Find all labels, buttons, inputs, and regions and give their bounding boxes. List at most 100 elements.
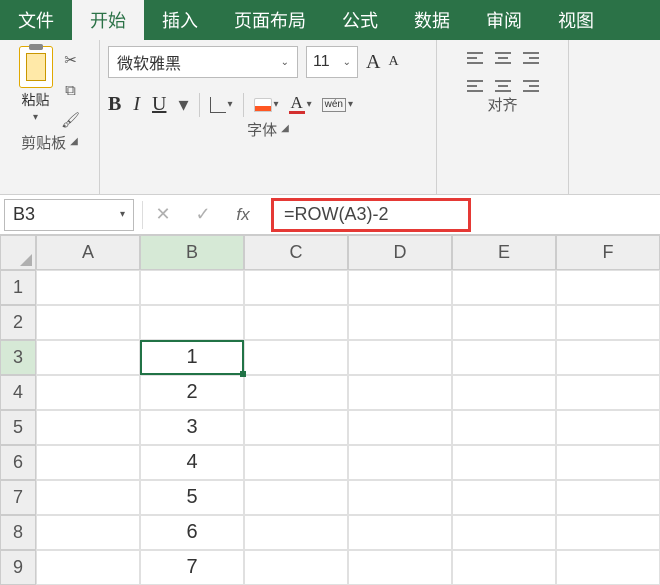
- cell[interactable]: [36, 270, 140, 305]
- cut-button[interactable]: ✂: [61, 50, 81, 70]
- column-header[interactable]: E: [452, 235, 556, 270]
- align-bottom-button[interactable]: [523, 52, 539, 64]
- name-box[interactable]: B3 ▾: [4, 199, 134, 231]
- cell[interactable]: [348, 410, 452, 445]
- font-dialog-launcher[interactable]: ◢: [281, 123, 289, 134]
- row-header[interactable]: 1: [0, 270, 36, 305]
- paste-button[interactable]: 粘贴 ▾: [19, 46, 53, 123]
- cell[interactable]: [452, 480, 556, 515]
- cell[interactable]: [452, 340, 556, 375]
- phonetic-button[interactable]: wén ▾: [322, 98, 353, 112]
- row-header[interactable]: 5: [0, 410, 36, 445]
- align-left-button[interactable]: [467, 80, 483, 92]
- tab-insert[interactable]: 插入: [144, 0, 216, 40]
- decrease-font-button[interactable]: A: [388, 54, 398, 70]
- cell[interactable]: [348, 550, 452, 585]
- row-header[interactable]: 3: [0, 340, 36, 375]
- cell[interactable]: 5: [140, 480, 244, 515]
- cell[interactable]: [244, 550, 348, 585]
- font-name-select[interactable]: 微软雅黑 ⌄: [108, 46, 298, 78]
- cell[interactable]: [36, 550, 140, 585]
- cell[interactable]: [348, 375, 452, 410]
- column-header[interactable]: C: [244, 235, 348, 270]
- tab-home[interactable]: 开始: [72, 0, 144, 40]
- insert-function-button[interactable]: fx: [223, 205, 263, 225]
- font-size-select[interactable]: 11 ⌄: [306, 46, 358, 78]
- clipboard-dialog-launcher[interactable]: ◢: [70, 136, 78, 147]
- cell[interactable]: [244, 445, 348, 480]
- cell[interactable]: [452, 445, 556, 480]
- cell[interactable]: [348, 445, 452, 480]
- fill-color-button[interactable]: ▾: [254, 98, 279, 112]
- column-header[interactable]: A: [36, 235, 140, 270]
- cell[interactable]: 2: [140, 375, 244, 410]
- tab-page-layout[interactable]: 页面布局: [216, 0, 324, 40]
- cell[interactable]: [36, 445, 140, 480]
- tab-review[interactable]: 审阅: [468, 0, 540, 40]
- cancel-formula-button[interactable]: ✕: [143, 204, 183, 225]
- cell[interactable]: 1: [140, 340, 244, 375]
- cell[interactable]: [452, 550, 556, 585]
- cell[interactable]: [348, 480, 452, 515]
- copy-button[interactable]: ⧉: [61, 80, 81, 100]
- cell[interactable]: [452, 375, 556, 410]
- align-top-button[interactable]: [467, 52, 483, 64]
- cell[interactable]: [36, 480, 140, 515]
- column-header[interactable]: D: [348, 235, 452, 270]
- cell[interactable]: 6: [140, 515, 244, 550]
- cell[interactable]: [556, 550, 660, 585]
- cell[interactable]: [244, 480, 348, 515]
- chevron-down-icon[interactable]: ▾: [178, 92, 188, 117]
- cell[interactable]: [556, 305, 660, 340]
- italic-button[interactable]: I: [133, 93, 140, 116]
- cell[interactable]: [556, 480, 660, 515]
- font-color-button[interactable]: A ▾: [289, 95, 312, 113]
- cell[interactable]: [36, 340, 140, 375]
- cell[interactable]: [140, 305, 244, 340]
- cell[interactable]: [348, 515, 452, 550]
- row-header[interactable]: 9: [0, 550, 36, 585]
- cell[interactable]: [556, 515, 660, 550]
- row-header[interactable]: 8: [0, 515, 36, 550]
- cell[interactable]: [244, 305, 348, 340]
- tab-file[interactable]: 文件: [0, 0, 72, 40]
- tab-view[interactable]: 视图: [540, 0, 612, 40]
- row-header[interactable]: 4: [0, 375, 36, 410]
- select-all-cell[interactable]: [0, 235, 36, 270]
- cell[interactable]: [244, 375, 348, 410]
- cell[interactable]: [36, 410, 140, 445]
- cell[interactable]: [36, 515, 140, 550]
- cell[interactable]: [348, 305, 452, 340]
- cell[interactable]: 4: [140, 445, 244, 480]
- cell[interactable]: [348, 270, 452, 305]
- column-header[interactable]: F: [556, 235, 660, 270]
- formula-input[interactable]: =ROW(A3)-2: [271, 198, 471, 232]
- align-right-button[interactable]: [523, 80, 539, 92]
- cell[interactable]: [452, 305, 556, 340]
- cell[interactable]: [452, 410, 556, 445]
- increase-font-button[interactable]: A: [366, 51, 380, 74]
- row-header[interactable]: 6: [0, 445, 36, 480]
- confirm-formula-button[interactable]: ✓: [183, 204, 223, 225]
- cell[interactable]: [556, 270, 660, 305]
- row-header[interactable]: 7: [0, 480, 36, 515]
- underline-button[interactable]: U: [152, 93, 166, 116]
- cell[interactable]: 7: [140, 550, 244, 585]
- format-painter-button[interactable]: 🖌: [61, 110, 81, 130]
- tab-data[interactable]: 数据: [396, 0, 468, 40]
- cell[interactable]: [140, 270, 244, 305]
- cell[interactable]: [556, 340, 660, 375]
- cell[interactable]: [36, 305, 140, 340]
- tab-formulas[interactable]: 公式: [324, 0, 396, 40]
- cell[interactable]: [244, 270, 348, 305]
- align-middle-button[interactable]: [495, 52, 511, 64]
- align-center-button[interactable]: [495, 80, 511, 92]
- cell[interactable]: [556, 375, 660, 410]
- cell[interactable]: [36, 375, 140, 410]
- cell[interactable]: [452, 270, 556, 305]
- cell[interactable]: [244, 410, 348, 445]
- column-header[interactable]: B: [140, 235, 244, 270]
- cell[interactable]: [556, 445, 660, 480]
- row-header[interactable]: 2: [0, 305, 36, 340]
- cell[interactable]: [348, 340, 452, 375]
